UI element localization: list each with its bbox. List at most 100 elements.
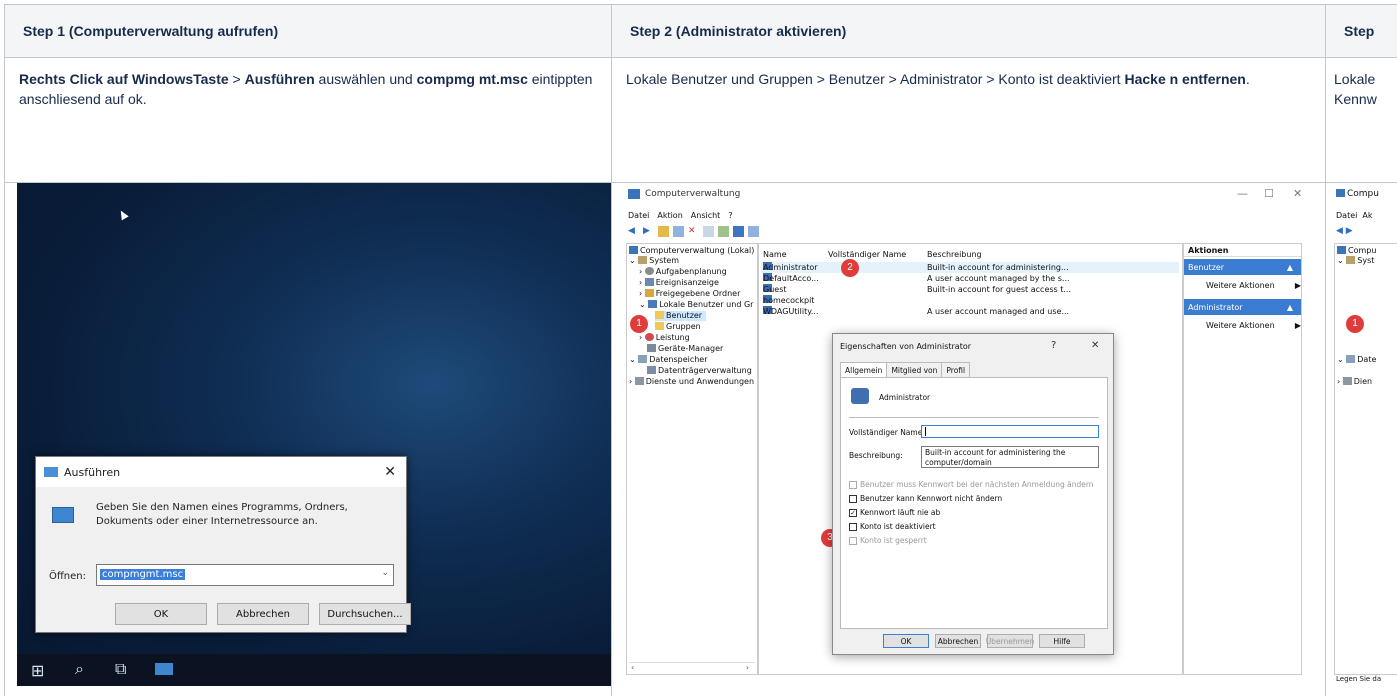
col-description[interactable]: Beschreibung	[927, 250, 982, 259]
menu-datei[interactable]: Datei	[628, 211, 649, 220]
view-icon[interactable]	[748, 226, 759, 237]
close-icon[interactable]: ✕	[1293, 187, 1302, 200]
taskbar: ⊞ ⌕ ⧉	[17, 654, 611, 686]
computer-management-window-cropped: Compu Datei Ak ◀ ▶ Compu ⌄ Syst ⌄ Date ›…	[1334, 183, 1397, 686]
header-step2: Step 2 (Administrator aktivieren)	[611, 4, 1326, 58]
search-icon[interactable]: ⌕	[75, 661, 84, 679]
close-icon[interactable]: ✕	[384, 464, 396, 480]
actions-section-administrator[interactable]: Administrator ▲	[1184, 299, 1301, 315]
tree-benutzer[interactable]: Benutzer	[655, 311, 707, 321]
task-view-icon[interactable]: ⧉	[115, 661, 126, 679]
col-fullname[interactable]: Vollständiger Name	[828, 250, 906, 259]
properties-icon[interactable]	[703, 226, 714, 237]
windows-start-icon[interactable]: ⊞	[31, 661, 44, 681]
open-input[interactable]: compmgmt.msc ⌄	[96, 564, 394, 586]
apply-button: Übernehmen	[986, 634, 1034, 648]
browse-button[interactable]: Durchsuchen...	[319, 603, 411, 625]
user-name: Administrator	[879, 393, 931, 402]
actions-pane: Aktionen Benutzer ▲ Weitere Aktionen ▶ Adm…	[1183, 243, 1302, 675]
help-icon[interactable]	[733, 226, 744, 237]
run-title: Ausführen	[64, 465, 121, 479]
tree-ereignisanzeige[interactable]: › Ereignisanzeige	[639, 278, 719, 288]
minimize-icon[interactable]: —	[1237, 187, 1248, 200]
checkbox-account-disabled[interactable]: Konto ist deaktiviert	[849, 522, 936, 531]
dialog-body: Administrator Vollständiger Name: Beschr…	[840, 377, 1108, 629]
tree-system[interactable]: ⌄ Syst	[1337, 256, 1374, 266]
chevron-down-icon[interactable]: ⌄	[381, 568, 389, 578]
tree-lokale-benutzer[interactable]: ⌄ Lokale Benutzer und Gr	[639, 300, 753, 310]
step3-screenshot: Compu Datei Ak ◀ ▶ Compu ⌄ Syst ⌄ Date ›…	[1325, 182, 1397, 696]
actions-header: Aktionen	[1184, 244, 1301, 257]
step1-text: Rechts Click auf WindowsTaste > Ausführe…	[4, 57, 612, 183]
ok-button[interactable]: OK	[883, 634, 929, 648]
tree-system[interactable]: ⌄ System	[629, 256, 679, 266]
cancel-button[interactable]: Abbrechen	[217, 603, 309, 625]
computer-management-window: Computerverwaltung — ☐ ✕ Datei Aktion An…	[618, 183, 1319, 686]
window-title: Compu	[1336, 189, 1379, 199]
help-button[interactable]: Hilfe	[1039, 634, 1085, 648]
delete-icon[interactable]: ✕	[688, 226, 699, 237]
properties-dialog: Eigenschaften von Administrator ? ✕ Allg…	[832, 333, 1114, 655]
description-input[interactable]: Built-in account for administering the c…	[921, 446, 1099, 468]
run-description: Geben Sie den Namen eines Programms, Ord…	[96, 502, 348, 527]
tree-dienste[interactable]: › Dienste und Anwendungen	[629, 377, 754, 387]
show-tree-icon[interactable]	[673, 226, 684, 237]
tree-leistung[interactable]: › Leistung	[639, 333, 690, 343]
mouse-cursor-icon	[117, 208, 129, 221]
actions-section-benutzer[interactable]: Benutzer ▲	[1184, 259, 1301, 275]
export-icon[interactable]	[718, 226, 729, 237]
checkbox-account-locked: Konto ist gesperrt	[849, 536, 927, 545]
tree-root[interactable]: Computerverwaltung (Lokal)	[629, 246, 754, 256]
forward-icon[interactable]: ▶	[643, 226, 654, 237]
table-row[interactable]: Administrator Built-in account for admin…	[761, 262, 1179, 273]
horizontal-scrollbar[interactable]: ‹ ›	[629, 662, 755, 672]
menu-aktion[interactable]: Aktion	[657, 211, 682, 220]
folder-up-icon[interactable]	[658, 226, 669, 237]
help-button[interactable]: ?	[1051, 340, 1056, 351]
col-name[interactable]: Name	[763, 250, 787, 259]
step1-screenshot: Ausführen ✕ Geben Sie den Namen eines Pr…	[4, 182, 612, 696]
menu-help[interactable]: ?	[728, 211, 732, 220]
open-value: compmgmt.msc	[100, 569, 186, 580]
tree-gruppen[interactable]: Gruppen	[655, 322, 701, 332]
chevron-right-icon: ▶	[1294, 281, 1301, 290]
run-program-icon	[52, 507, 74, 523]
back-icon[interactable]: ◀	[628, 226, 639, 237]
menu-bar: Datei Aktion Ansicht ?	[628, 211, 733, 220]
tree-geraete-manager[interactable]: Geräte-Manager	[647, 344, 723, 354]
tree-datenspeicher[interactable]: ⌄ Date	[1337, 355, 1376, 365]
table-row[interactable]: Guest Built-in account for guest access …	[761, 284, 1179, 295]
step-badge-1: 1	[630, 315, 648, 333]
checkbox-password-never-expires[interactable]: ✓ Kennwort läuft nie ab	[849, 508, 940, 517]
ok-button[interactable]: OK	[115, 603, 207, 625]
table-row[interactable]: WDAGUtility... A user account managed an…	[761, 306, 1179, 317]
menu-bar: Datei Ak	[1336, 211, 1373, 220]
open-label: Öffnen:	[49, 571, 86, 582]
steps-table: Step 1 (Computerverwaltung aufrufen) Ste…	[4, 4, 1397, 696]
cancel-button[interactable]: Abbrechen	[935, 634, 981, 648]
table-row[interactable]: DefaultAcco... A user account managed by…	[761, 273, 1179, 284]
checkbox-cannot-change-password[interactable]: Benutzer kann Kennwort nicht ändern	[849, 494, 1002, 503]
tree-aufgabenplanung[interactable]: › Aufgabenplanung	[639, 267, 727, 277]
maximize-icon[interactable]: ☐	[1264, 187, 1274, 200]
close-icon[interactable]: ✕	[1091, 340, 1099, 351]
header-step3: Step	[1325, 4, 1397, 58]
menu-ansicht[interactable]: Ansicht	[691, 211, 721, 220]
collapse-icon: ▲	[1286, 263, 1293, 272]
taskbar-app-icon[interactable]	[155, 663, 173, 675]
tree-datenspeicher[interactable]: ⌄ Datenspeicher	[629, 355, 708, 365]
user-icon	[851, 388, 869, 404]
step2-screenshot: Computerverwaltung — ☐ ✕ Datei Aktion An…	[611, 182, 1326, 696]
table-row[interactable]: homecockpit	[761, 295, 1179, 306]
tree-freigegebene-ordner[interactable]: › Freigegebene Ordner	[639, 289, 740, 299]
tree-pane: Computerverwaltung (Lokal) ⌄ System › Au…	[626, 243, 758, 675]
run-titlebar: Ausführen ✕	[36, 457, 406, 487]
checkbox-must-change-password: Benutzer muss Kennwort bei der nächsten …	[849, 480, 1094, 489]
action-more-1[interactable]: Weitere Aktionen ▶	[1206, 281, 1301, 290]
tree-datentraegerverwaltung[interactable]: Datenträgerverwaltung	[647, 366, 752, 376]
back-icon[interactable]: ◀ ▶	[1336, 226, 1353, 236]
action-more-2[interactable]: Weitere Aktionen ▶	[1206, 321, 1301, 330]
tree-root[interactable]: Compu	[1337, 246, 1376, 256]
fullname-input[interactable]	[921, 425, 1099, 438]
tree-dienste[interactable]: › Dien	[1337, 377, 1372, 387]
